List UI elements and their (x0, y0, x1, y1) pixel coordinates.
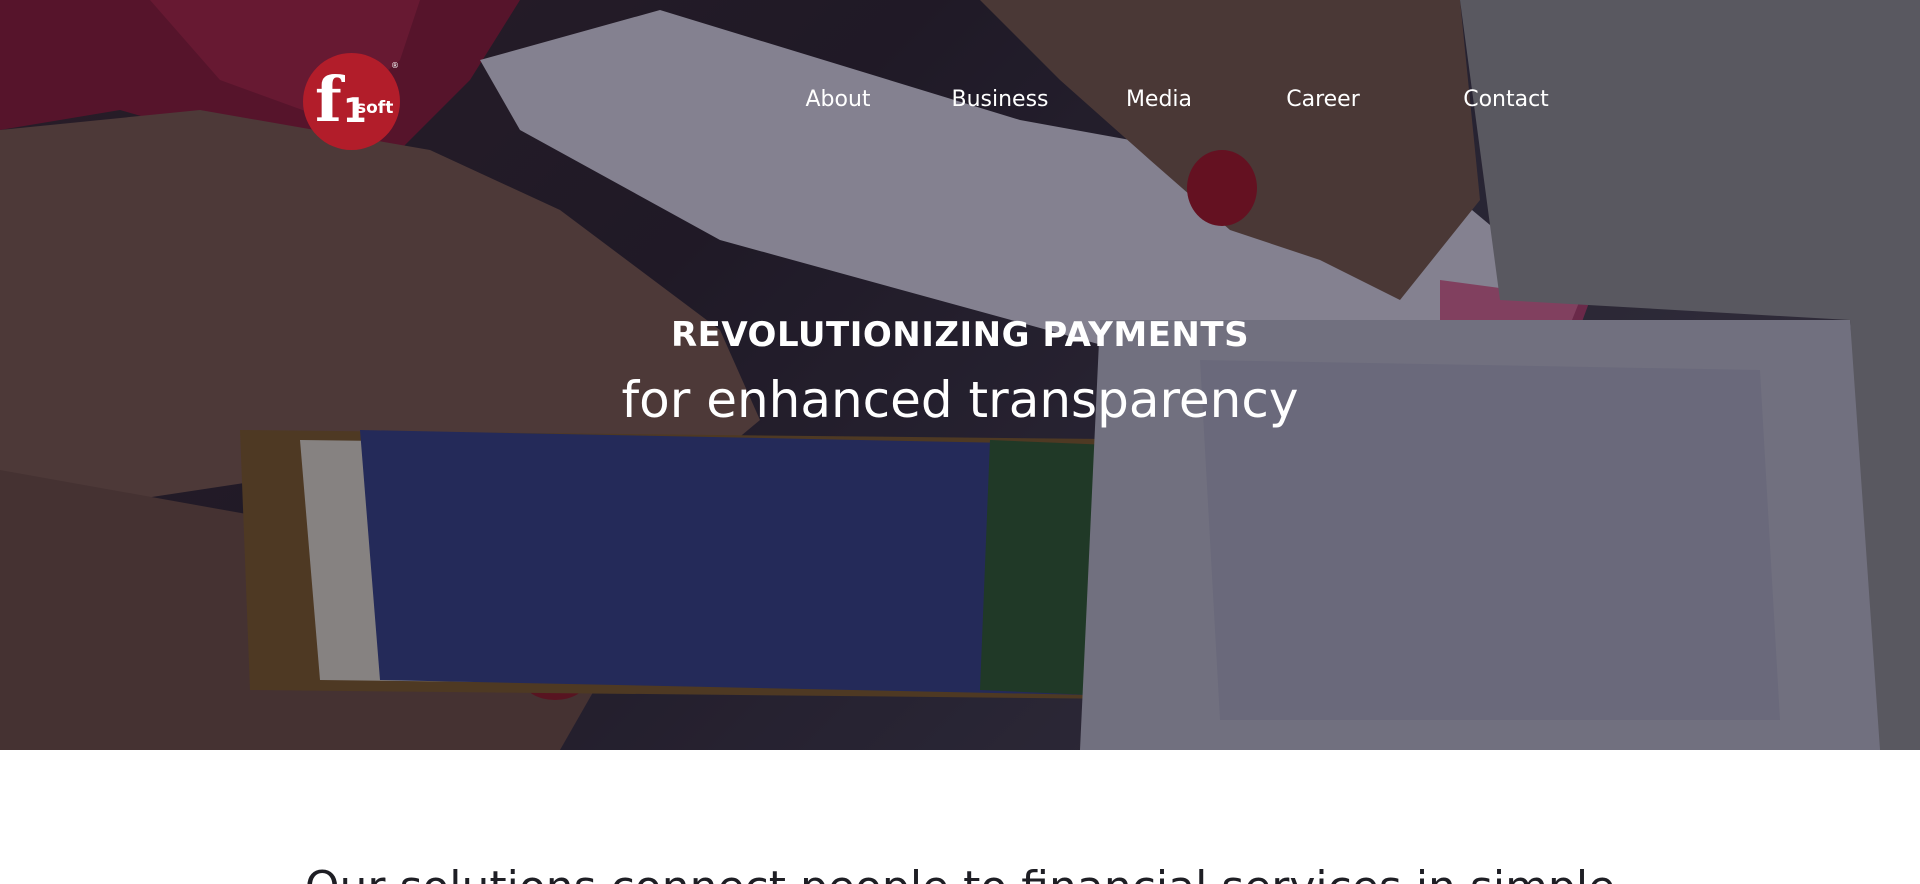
hero-section: f 1 soft ® About Business Media Career C… (0, 0, 1920, 750)
nav-link-career[interactable]: Career (1282, 84, 1364, 116)
intro-statement: Our solutions connect people to financia… (0, 858, 1920, 884)
nav-link-business[interactable]: Business (950, 84, 1050, 116)
hero-subtitle: for enhanced transparency (621, 371, 1299, 429)
nav-link-contact[interactable]: Contact (1458, 84, 1554, 116)
logo-registered-mark: ® (391, 61, 399, 70)
hero-title: REVOLUTIONIZING PAYMENTS (670, 315, 1250, 355)
nav-link-about[interactable]: About (798, 84, 878, 116)
nav-link-media[interactable]: Media (1124, 84, 1194, 116)
main-navigation: About Business Media Career Contact (0, 84, 1920, 116)
